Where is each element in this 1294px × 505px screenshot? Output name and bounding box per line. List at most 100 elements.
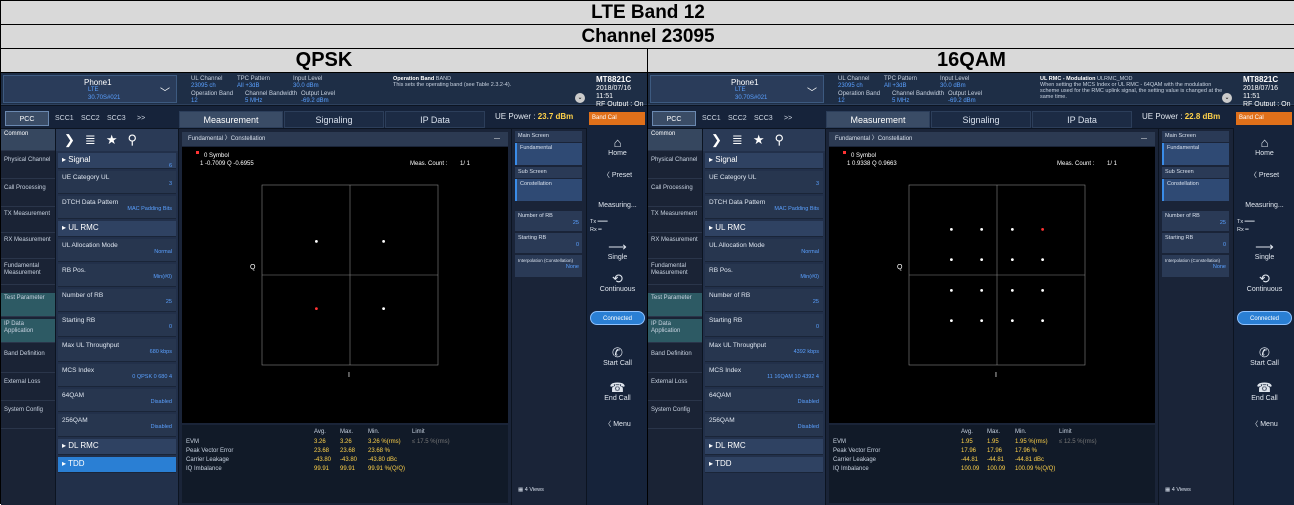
nav-item-physical-channel[interactable]: Physical Channel bbox=[1, 155, 55, 179]
tab-measurement[interactable]: Measurement bbox=[179, 111, 283, 128]
tab-pcc[interactable]: PCC bbox=[652, 111, 696, 126]
nav-item-physical-channel[interactable]: Physical Channel bbox=[648, 155, 702, 179]
ul-channel-param[interactable]: UL Channel 23095 ch bbox=[191, 76, 222, 90]
nav-item-call-processing[interactable]: Call Processing bbox=[1, 183, 55, 207]
home-button[interactable]: ⌂ Home bbox=[1237, 136, 1292, 158]
fundamental-button[interactable]: Fundamental bbox=[1162, 143, 1229, 165]
setting-256qam[interactable]: 256QAM Disabled bbox=[705, 414, 823, 437]
tab-scc3[interactable]: SCC3 bbox=[107, 111, 126, 126]
chevron-down-icon[interactable]: ﹀ bbox=[160, 84, 170, 99]
setting-max-ul-throughput[interactable]: Max UL Throughput 680 kbps bbox=[58, 339, 176, 362]
tab-ip-data[interactable]: IP Data bbox=[1032, 111, 1132, 128]
single-button[interactable]: ⟶ Single bbox=[1237, 240, 1292, 262]
run-icon[interactable]: ≣ bbox=[85, 132, 106, 147]
tab-scc2[interactable]: SCC2 bbox=[81, 111, 100, 126]
nav-item-external-loss[interactable]: External Loss bbox=[1, 377, 55, 401]
nav-item-test-parameter[interactable]: Test Parameter bbox=[1, 293, 55, 317]
tab-ip-data[interactable]: IP Data bbox=[385, 111, 485, 128]
setting-signal[interactable]: ▸ Signal bbox=[705, 153, 823, 169]
number-of-rb-field[interactable]: Number of RB 25 bbox=[1162, 211, 1229, 231]
op-band-param[interactable]: Operation Band 12 bbox=[838, 91, 880, 105]
setting-dtch-data-pattern[interactable]: DTCH Data Pattern MAC Padding Bits bbox=[705, 196, 823, 219]
setting-64qam[interactable]: 64QAM Disabled bbox=[58, 389, 176, 412]
start-call-button[interactable]: ✆ Start Call bbox=[590, 346, 645, 368]
nav-item-external-loss[interactable]: External Loss bbox=[648, 377, 702, 401]
preset-button[interactable]: 〈 Preset bbox=[590, 172, 645, 180]
tab-more[interactable]: >> bbox=[784, 111, 792, 126]
views-button[interactable]: ▦ 4 Views bbox=[515, 485, 582, 501]
band-cal-button[interactable]: Band Cal bbox=[1236, 112, 1292, 125]
end-call-button[interactable]: ☎ End Call bbox=[590, 381, 645, 403]
setting-64qam[interactable]: 64QAM Disabled bbox=[705, 389, 823, 412]
tab-scc3[interactable]: SCC3 bbox=[754, 111, 773, 126]
setting-rb-pos-[interactable]: RB Pos. Min(#0) bbox=[58, 264, 176, 287]
nav-item-fundamental-measurement[interactable]: Fundamental Measurement bbox=[1, 261, 55, 285]
setting-dtch-data-pattern[interactable]: DTCH Data Pattern MAC Padding Bits bbox=[58, 196, 176, 219]
interpolation-field[interactable]: Interpolation (Constellation) None bbox=[515, 255, 582, 277]
tab-signaling[interactable]: Signaling bbox=[284, 111, 384, 128]
nav-item-test-parameter[interactable]: Test Parameter bbox=[648, 293, 702, 317]
expand-icon[interactable]: ⌄ bbox=[575, 93, 585, 103]
phone-selector[interactable]: Phone1 LTE 30.70S#021 ﹀ bbox=[3, 75, 177, 103]
next-icon[interactable]: ❯ bbox=[64, 132, 85, 147]
nav-item-ip-data-application[interactable]: IP Data Application bbox=[1, 319, 55, 343]
setting-rb-pos-[interactable]: RB Pos. Min(#0) bbox=[705, 264, 823, 287]
minimize-icon[interactable]: — bbox=[1141, 132, 1147, 146]
setting-dl-rmc[interactable]: ▸ DL RMC bbox=[58, 439, 176, 455]
constellation-button[interactable]: Constellation bbox=[515, 179, 582, 201]
nav-item-common[interactable]: Common bbox=[1, 129, 55, 151]
setting-ul-allocation-mode[interactable]: UL Allocation Mode Normal bbox=[705, 239, 823, 262]
setting-256qam[interactable]: 256QAM Disabled bbox=[58, 414, 176, 437]
nav-item-tx-measurement[interactable]: TX Measurement bbox=[648, 209, 702, 233]
tab-scc2[interactable]: SCC2 bbox=[728, 111, 747, 126]
nav-item-ip-data-application[interactable]: IP Data Application bbox=[648, 319, 702, 343]
op-band-param[interactable]: Operation Band 12 bbox=[191, 91, 233, 105]
bandwidth-param[interactable]: Channel Bandwidth 5 MHz bbox=[892, 91, 944, 105]
input-level-param[interactable]: Input Level 30.0 dBm bbox=[293, 76, 322, 90]
star-icon[interactable]: ★ bbox=[106, 132, 128, 147]
setting-signal[interactable]: ▸ Signal 6 bbox=[58, 153, 176, 169]
menu-button[interactable]: 〈 Menu bbox=[1237, 421, 1292, 429]
band-cal-button[interactable]: Band Cal bbox=[589, 112, 645, 125]
output-level-param[interactable]: Output Level -69.2 dBm bbox=[948, 91, 982, 105]
chevron-down-icon[interactable]: ﹀ bbox=[807, 84, 817, 99]
tpc-param[interactable]: TPC Pattern All +3dB bbox=[237, 76, 270, 90]
search-icon[interactable]: ⚲ bbox=[774, 132, 794, 147]
setting-ul-rmc[interactable]: ▸ UL RMC bbox=[705, 221, 823, 237]
phone-selector[interactable]: Phone1 LTE 30.70S#021 ﹀ bbox=[650, 75, 824, 103]
nav-item-system-config[interactable]: System Config bbox=[1, 405, 55, 429]
menu-button[interactable]: 〈 Menu bbox=[590, 421, 645, 429]
tab-measurement[interactable]: Measurement bbox=[826, 111, 930, 128]
setting-mcs-index[interactable]: MCS Index 11 16QAM 10 4392 4 bbox=[705, 364, 823, 387]
nav-item-call-processing[interactable]: Call Processing bbox=[648, 183, 702, 207]
home-button[interactable]: ⌂ Home bbox=[590, 136, 645, 158]
starting-rb-field[interactable]: Starting RB 0 bbox=[1162, 233, 1229, 253]
nav-item-band-definition[interactable]: Band Definition bbox=[1, 349, 55, 373]
nav-item-common[interactable]: Common bbox=[648, 129, 702, 151]
starting-rb-field[interactable]: Starting RB 0 bbox=[515, 233, 582, 253]
next-icon[interactable]: ❯ bbox=[711, 132, 732, 147]
fundamental-button[interactable]: Fundamental bbox=[515, 143, 582, 165]
setting-ul-allocation-mode[interactable]: UL Allocation Mode Normal bbox=[58, 239, 176, 262]
continuous-button[interactable]: ⟲ Continuous bbox=[1237, 272, 1292, 294]
number-of-rb-field[interactable]: Number of RB 25 bbox=[515, 211, 582, 231]
setting-starting-rb[interactable]: Starting RB 0 bbox=[705, 314, 823, 337]
continuous-button[interactable]: ⟲ Continuous bbox=[590, 272, 645, 294]
tab-signaling[interactable]: Signaling bbox=[931, 111, 1031, 128]
nav-item-system-config[interactable]: System Config bbox=[648, 405, 702, 429]
setting-number-of-rb[interactable]: Number of RB 25 bbox=[705, 289, 823, 312]
nav-item-rx-measurement[interactable]: RX Measurement bbox=[1, 235, 55, 259]
constellation-button[interactable]: Constellation bbox=[1162, 179, 1229, 201]
setting-max-ul-throughput[interactable]: Max UL Throughput 4392 kbps bbox=[705, 339, 823, 362]
nav-item-band-definition[interactable]: Band Definition bbox=[648, 349, 702, 373]
output-level-param[interactable]: Output Level -69.2 dBm bbox=[301, 91, 335, 105]
setting-ue-category-ul[interactable]: UE Category UL 3 bbox=[705, 171, 823, 194]
input-level-param[interactable]: Input Level 30.0 dBm bbox=[940, 76, 969, 90]
tab-scc1[interactable]: SCC1 bbox=[55, 111, 74, 126]
preset-button[interactable]: 〈 Preset bbox=[1237, 172, 1292, 180]
start-call-button[interactable]: ✆ Start Call bbox=[1237, 346, 1292, 368]
interpolation-field[interactable]: Interpolation (Constellation) None bbox=[1162, 255, 1229, 277]
setting-number-of-rb[interactable]: Number of RB 25 bbox=[58, 289, 176, 312]
nav-item-rx-measurement[interactable]: RX Measurement bbox=[648, 235, 702, 259]
setting-mcs-index[interactable]: MCS Index 0 QPSK 0 680 4 bbox=[58, 364, 176, 387]
